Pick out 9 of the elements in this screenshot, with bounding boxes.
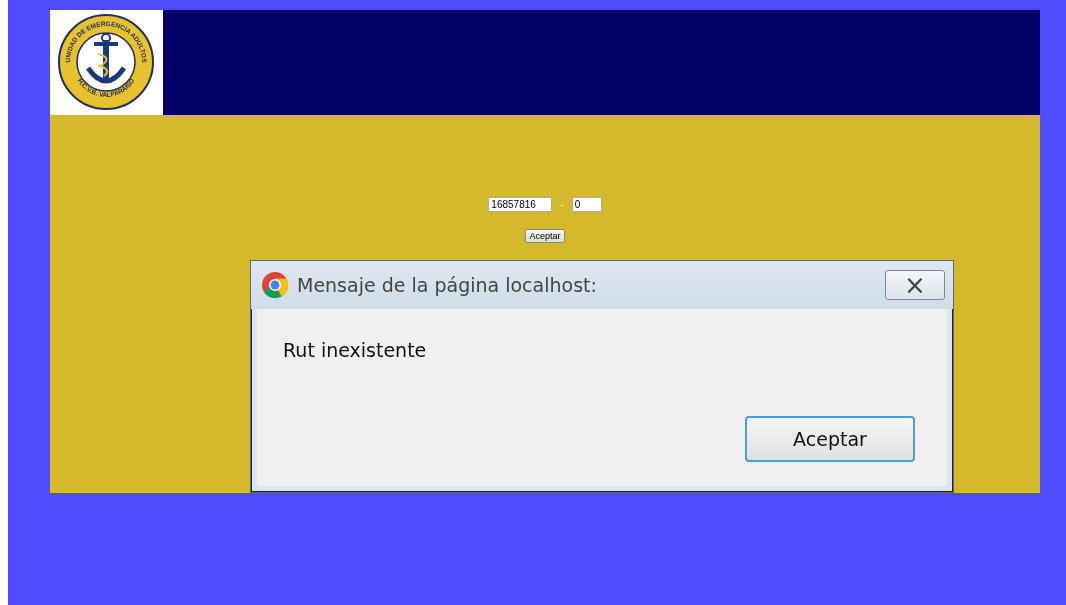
check-digit-field[interactable]: 0: [571, 197, 602, 212]
dialog-title: Mensaje de la página localhost:: [297, 274, 598, 296]
dialog-message: Rut inexistente: [283, 339, 427, 361]
accept-button[interactable]: Aceptar: [745, 416, 915, 462]
browser-logo-icon: [261, 271, 289, 299]
submit-button[interactable]: Aceptar: [525, 229, 565, 243]
close-button[interactable]: ×: [885, 270, 945, 300]
rut-field[interactable]: 16857816: [488, 197, 553, 212]
separator-dash: -: [560, 199, 564, 210]
